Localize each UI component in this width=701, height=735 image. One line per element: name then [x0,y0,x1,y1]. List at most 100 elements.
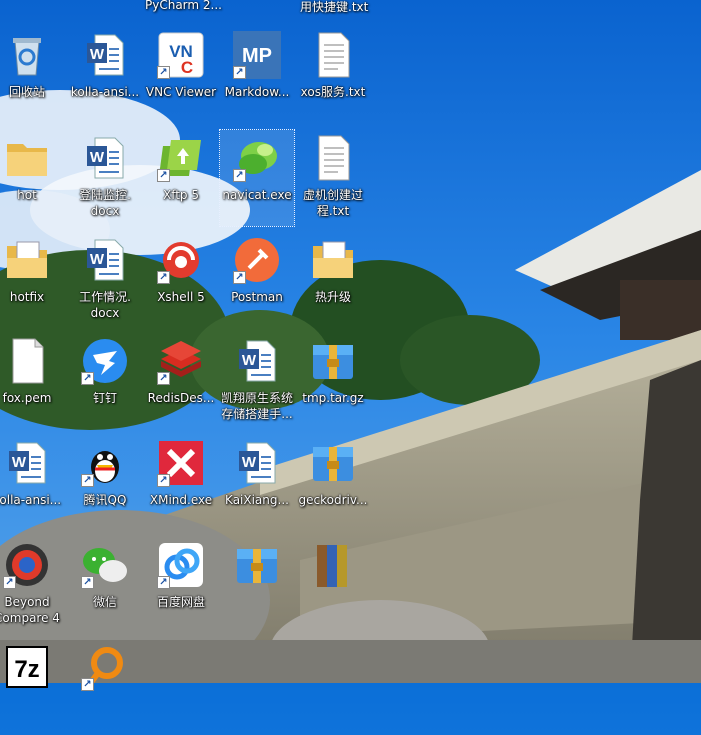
desktop-icon-work[interactable]: W 工作情况. docx [68,232,142,328]
desktop-icon-winrar[interactable] [296,537,370,633]
redis-desktop-icon: ↗ [157,337,205,385]
shortcut-arrow-icon: ↗ [157,372,170,385]
desktop-icon-hotfix[interactable]: hotfix [0,232,64,328]
desktop-icon-xos[interactable]: xos服务.txt [296,27,370,123]
desktop-icon-vm[interactable]: 虚机创建过 程.txt [296,130,370,226]
desktop-icon-dingding[interactable]: ↗ 钉钉 [68,333,142,429]
beyond-compare-icon: ↗ [3,541,51,589]
desktop-icon-archive3[interactable] [220,537,294,633]
desktop-icon-baidu[interactable]: ↗ 百度网盘 [144,537,218,633]
desktop-icon-label: Postman [231,290,283,304]
desktop-icon-label: 百度网盘 [156,595,205,609]
desktop-icon-label: geckodriv... [298,493,368,507]
word-doc-icon: W [81,134,129,182]
shortcut-arrow-icon: ↗ [81,678,94,691]
desktop-icon-xftp[interactable]: ↗ Xftp 5 [144,130,218,226]
desktop-icon-monitor[interactable]: W 登陆监控. docx [68,130,142,226]
desktop-icon-label: 热升级 [314,290,351,304]
desktop-icon-qq[interactable]: ↗ 腾讯QQ [68,435,142,531]
winrar-books-icon [309,541,357,589]
svg-text:W: W [90,46,105,63]
desktop-icon-grid: 回收站 Wkolla-ansi... VN C ↗ VNC Viewer MP ↗ Markdo… [0,0,701,691]
shortcut-arrow-icon: ↗ [157,169,170,182]
desktop-icon-label: 腾讯QQ [83,493,127,507]
dingtalk-icon: ↗ [81,337,129,385]
shortcut-arrow-icon: ↗ [233,66,246,79]
desktop-icon-kolla1[interactable]: Wkolla-ansi... [68,27,142,123]
desktop-icon-label: XMind.exe [149,493,213,507]
desktop-icon-label: 凯翔原生系统 存储搭建手... [220,391,293,421]
desktop-icon-navicat[interactable]: ↗ navicat.exe [219,129,295,227]
xftp-icon: ↗ [157,134,205,182]
shortcut-arrow-icon: ↗ [81,372,94,385]
desktop-icon-label: 虚机创建过 程.txt [302,188,363,218]
desktop-icon-label: 微信 [92,595,117,609]
desktop-icon-kaixiang[interactable]: W 凯翔原生系统 存储搭建手... [220,333,294,429]
shortcut-arrow-icon: ↗ [233,271,246,284]
desktop-icon-markdown[interactable]: MP ↗ Markdow... [220,27,294,123]
svg-text:W: W [90,251,105,268]
shortcut-arrow-icon: ↗ [233,169,246,182]
baidu-netdisk-icon: ↗ [157,541,205,589]
desktop-icon-label: kolla-ansi... [70,85,140,99]
archive-icon [233,541,281,589]
search-tool-icon: ↗ [81,643,129,691]
shortcut-arrow-icon: ↗ [157,66,170,79]
desktop-icon-tmp[interactable]: tmp.tar.gz [296,333,370,429]
svg-text:W: W [242,352,257,369]
desktop-icon-beyond[interactable]: ↗ Beyond Compare 4 [0,537,64,633]
shortcut-arrow-icon: ↗ [157,474,170,487]
desktop-icon-label: Beyond Compare 4 [0,595,60,625]
desktop-icon-hot[interactable]: hot [0,130,64,226]
word-doc-icon: W [233,337,281,385]
desktop-icon-label: Xshell 5 [157,290,205,304]
desktop-icon-fox[interactable]: fox.pem [0,333,64,429]
text-file-icon [309,31,357,79]
7zip-icon: 7z [3,643,51,691]
desktop-icon-label: Xftp 5 [162,188,199,202]
postman-icon: ↗ [233,236,281,284]
navicat-icon: ↗ [233,134,281,182]
shortcut-arrow-icon: ↗ [81,474,94,487]
recycle-bin-icon [3,31,51,79]
svg-text:W: W [90,149,105,166]
desktop-icon-wechat[interactable]: ↗ 微信 [68,537,142,633]
desktop-icon-label: 回收站 [8,85,45,99]
folder-doc-icon [309,236,357,284]
desktop-icon-label: 登陆监控. docx [79,188,131,218]
desktop-icon-upgrade[interactable]: 热升级 [296,232,370,328]
vnc-viewer-icon: VN C ↗ [157,31,205,79]
desktop-icon-label: VNC Viewer [145,85,217,99]
word-doc-icon: W [81,236,129,284]
desktop-icon-vnc[interactable]: VN C ↗ VNC Viewer [144,27,218,123]
desktop-icon-label: xos服务.txt [300,85,366,99]
desktop-icon-kolla2[interactable]: Wkolla-ansi... [0,435,64,531]
desktop-icon-gecko[interactable]: geckodriv... [296,435,370,531]
svg-text:W: W [12,454,27,471]
desktop-icon-recycle[interactable]: 回收站 [0,27,64,123]
archive-icon [309,337,357,385]
archive-icon [309,439,357,487]
desktop-icon-label: tmp.tar.gz [302,391,364,405]
desktop-icon-7zip[interactable]: 7z [0,639,64,735]
wechat-icon: ↗ [81,541,129,589]
desktop-icon-label: 工作情况. docx [79,290,131,320]
word-doc-icon: W [81,31,129,79]
desktop-icon-xshell[interactable]: ↗ Xshell 5 [144,232,218,328]
word-doc-icon: W [3,439,51,487]
shortcut-arrow-icon: ↗ [3,576,16,589]
desktop-icon-label: Markdow... [224,85,290,99]
desktop-icon-xmind[interactable]: ↗ XMind.exe [144,435,218,531]
desktop-icon-orange[interactable]: ↗ [68,639,142,735]
svg-text:7z: 7z [14,656,39,683]
svg-text:C: C [181,58,193,77]
word-doc-icon: W [233,439,281,487]
desktop-icon-label: RedisDes... [147,391,215,405]
desktop-icon-kaixiang2[interactable]: W KaiXiang... [220,435,294,531]
folder-icon [3,134,51,182]
desktop-icon-redis[interactable]: ↗ RedisDes... [144,333,218,429]
desktop-icon-postman[interactable]: ↗ Postman [220,232,294,328]
qq-penguin-icon: ↗ [81,439,129,487]
desktop-icon-label: navicat.exe [222,188,292,202]
shortcut-arrow-icon: ↗ [81,576,94,589]
